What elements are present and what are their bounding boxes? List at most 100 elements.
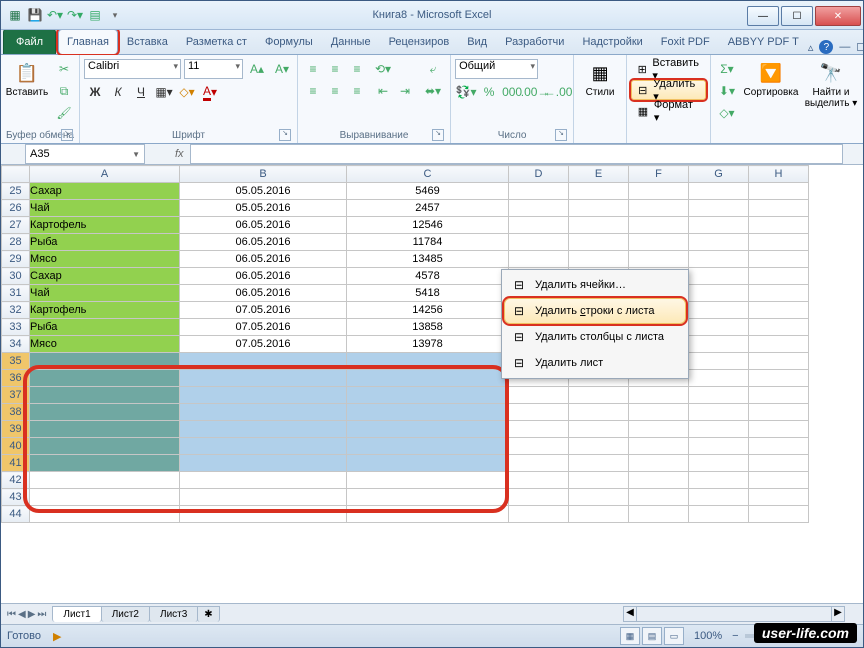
cell-C37[interactable] [347, 387, 509, 404]
cell-C44[interactable] [347, 506, 509, 523]
row-header-31[interactable]: 31 [2, 285, 30, 302]
align-center-icon[interactable]: ≡ [324, 81, 346, 101]
cell-B42[interactable] [180, 472, 347, 489]
row-header-39[interactable]: 39 [2, 421, 30, 438]
cell-G33[interactable] [689, 319, 749, 336]
cell-B34[interactable]: 07.05.2016 [180, 336, 347, 353]
cell-D39[interactable] [509, 421, 569, 438]
cell-G32[interactable] [689, 302, 749, 319]
cell-D29[interactable] [509, 251, 569, 268]
orientation-icon[interactable]: ⟲▾ [372, 59, 394, 79]
cell-C33[interactable]: 13858 [347, 319, 509, 336]
cell-H33[interactable] [749, 319, 809, 336]
cell-B44[interactable] [180, 506, 347, 523]
cell-G38[interactable] [689, 404, 749, 421]
cell-A32[interactable]: Картофель [30, 302, 180, 319]
cell-B27[interactable]: 06.05.2016 [180, 217, 347, 234]
prev-sheet-icon[interactable]: ◀ [18, 609, 26, 620]
view-normal-icon[interactable]: ▦ [620, 627, 640, 645]
cell-A33[interactable]: Рыба [30, 319, 180, 336]
view-break-icon[interactable]: ▭ [664, 627, 684, 645]
cell-C43[interactable] [347, 489, 509, 506]
cell-G28[interactable] [689, 234, 749, 251]
tab-formulas[interactable]: Формулы [256, 29, 322, 54]
cell-C38[interactable] [347, 404, 509, 421]
cell-C28[interactable]: 11784 [347, 234, 509, 251]
cell-H32[interactable] [749, 302, 809, 319]
align-left-icon[interactable]: ≡ [302, 81, 324, 101]
cell-E27[interactable] [569, 217, 629, 234]
cell-H28[interactable] [749, 234, 809, 251]
cell-A27[interactable]: Картофель [30, 217, 180, 234]
cell-D37[interactable] [509, 387, 569, 404]
cell-B32[interactable]: 07.05.2016 [180, 302, 347, 319]
next-sheet-icon[interactable]: ▶ [28, 609, 36, 620]
cell-C31[interactable]: 5418 [347, 285, 509, 302]
cell-E44[interactable] [569, 506, 629, 523]
cell-H34[interactable] [749, 336, 809, 353]
menu-delete-sheet[interactable]: ⊟Удалить лист [504, 350, 686, 376]
cell-F37[interactable] [629, 387, 689, 404]
row-header-29[interactable]: 29 [2, 251, 30, 268]
qat-more-icon[interactable]: ▾ [107, 7, 123, 23]
view-layout-icon[interactable]: ▤ [642, 627, 662, 645]
tab-review[interactable]: Рецензиров [380, 29, 459, 54]
row-header-42[interactable]: 42 [2, 472, 30, 489]
cell-C39[interactable] [347, 421, 509, 438]
cell-C34[interactable]: 13978 [347, 336, 509, 353]
bold-button[interactable]: Ж [84, 82, 106, 102]
cell-H38[interactable] [749, 404, 809, 421]
maximize-button[interactable]: ☐ [781, 6, 813, 26]
cell-D26[interactable] [509, 200, 569, 217]
cell-F41[interactable] [629, 455, 689, 472]
cell-B40[interactable] [180, 438, 347, 455]
cell-C25[interactable]: 5469 [347, 183, 509, 200]
cell-G41[interactable] [689, 455, 749, 472]
dialog-launcher-icon[interactable]: ↘ [555, 129, 567, 141]
cell-G36[interactable] [689, 370, 749, 387]
cell-A35[interactable] [30, 353, 180, 370]
cell-H43[interactable] [749, 489, 809, 506]
row-header-40[interactable]: 40 [2, 438, 30, 455]
fill-icon[interactable]: ⬇▾ [715, 81, 739, 101]
cell-H30[interactable] [749, 268, 809, 285]
cell-A31[interactable]: Чай [30, 285, 180, 302]
dialog-launcher-icon[interactable]: ↘ [432, 129, 444, 141]
cell-C29[interactable]: 13485 [347, 251, 509, 268]
cell-H25[interactable] [749, 183, 809, 200]
col-header-G[interactable]: G [689, 166, 749, 183]
cell-F38[interactable] [629, 404, 689, 421]
cell-A30[interactable]: Сахар [30, 268, 180, 285]
cell-D43[interactable] [509, 489, 569, 506]
cell-A41[interactable] [30, 455, 180, 472]
cell-E29[interactable] [569, 251, 629, 268]
cell-C36[interactable] [347, 370, 509, 387]
fill-color-icon[interactable]: ◇▾ [176, 82, 198, 102]
tab-view[interactable]: Вид [458, 29, 496, 54]
dec-decimal-icon[interactable]: ←.00 [547, 82, 569, 102]
cell-H36[interactable] [749, 370, 809, 387]
tab-home[interactable]: Главная [58, 29, 118, 54]
workbook-min-icon[interactable]: — [839, 41, 850, 53]
cell-B30[interactable]: 06.05.2016 [180, 268, 347, 285]
cell-E39[interactable] [569, 421, 629, 438]
select-all-corner[interactable] [2, 166, 30, 183]
decrease-font-icon[interactable]: A▾ [271, 59, 293, 79]
cell-H41[interactable] [749, 455, 809, 472]
cell-B38[interactable] [180, 404, 347, 421]
cell-A37[interactable] [30, 387, 180, 404]
cell-E41[interactable] [569, 455, 629, 472]
align-top-icon[interactable]: ≡ [302, 59, 324, 79]
cell-A40[interactable] [30, 438, 180, 455]
cell-H37[interactable] [749, 387, 809, 404]
cell-F44[interactable] [629, 506, 689, 523]
row-header-26[interactable]: 26 [2, 200, 30, 217]
save-icon[interactable]: 💾 [27, 7, 43, 23]
row-header-30[interactable]: 30 [2, 268, 30, 285]
align-right-icon[interactable]: ≡ [346, 81, 368, 101]
formula-bar[interactable] [190, 144, 843, 164]
cell-A28[interactable]: Рыба [30, 234, 180, 251]
sheet-tab-1[interactable]: Лист1 [52, 606, 101, 622]
italic-button[interactable]: К [107, 82, 129, 102]
cell-B43[interactable] [180, 489, 347, 506]
